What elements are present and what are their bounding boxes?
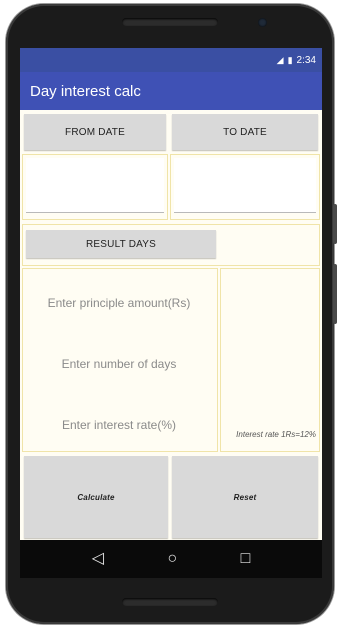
power-button [333, 264, 337, 324]
app-bar: Day interest calc [20, 72, 322, 110]
signal-icon: ◢ [276, 54, 284, 65]
note-cell [220, 268, 320, 452]
interest-rate-input[interactable]: Enter interest rate(%) [26, 418, 212, 432]
calculator-content: FROM DATE TO DATE RESULT DAYS Enter prin… [20, 110, 322, 540]
home-icon[interactable]: ○ [167, 551, 177, 567]
interest-rate-note: Interest rate 1Rs=12% [236, 430, 316, 439]
phone-frame: ◢ ▮ 2:34 Day interest calc FROM DATE TO … [6, 4, 337, 624]
to-date-button[interactable]: TO DATE [172, 114, 318, 150]
recents-icon[interactable]: □ [241, 551, 251, 567]
bottom-speaker [122, 598, 218, 606]
status-time: 2:34 [296, 54, 316, 66]
status-bar: ◢ ▮ 2:34 [20, 48, 322, 72]
reset-button[interactable]: Reset [172, 456, 318, 538]
from-date-field[interactable] [26, 158, 164, 213]
number-of-days-input[interactable]: Enter number of days [26, 357, 212, 371]
app-title: Day interest calc [30, 82, 141, 100]
from-date-button[interactable]: FROM DATE [24, 114, 166, 150]
battery-icon: ▮ [287, 54, 293, 65]
screen: ◢ ▮ 2:34 Day interest calc FROM DATE TO … [20, 48, 322, 578]
calculate-button[interactable]: Calculate [24, 456, 168, 538]
volume-button [333, 204, 337, 244]
principle-amount-input[interactable]: Enter principle amount(Rs) [26, 296, 212, 310]
result-days-button[interactable]: RESULT DAYS [26, 230, 216, 258]
result-days-value [222, 234, 316, 258]
to-date-field[interactable] [174, 158, 316, 213]
top-speaker [122, 18, 218, 26]
front-camera [258, 18, 267, 27]
back-icon[interactable]: ◁ [92, 551, 104, 567]
navigation-bar: ◁ ○ □ [20, 540, 322, 578]
